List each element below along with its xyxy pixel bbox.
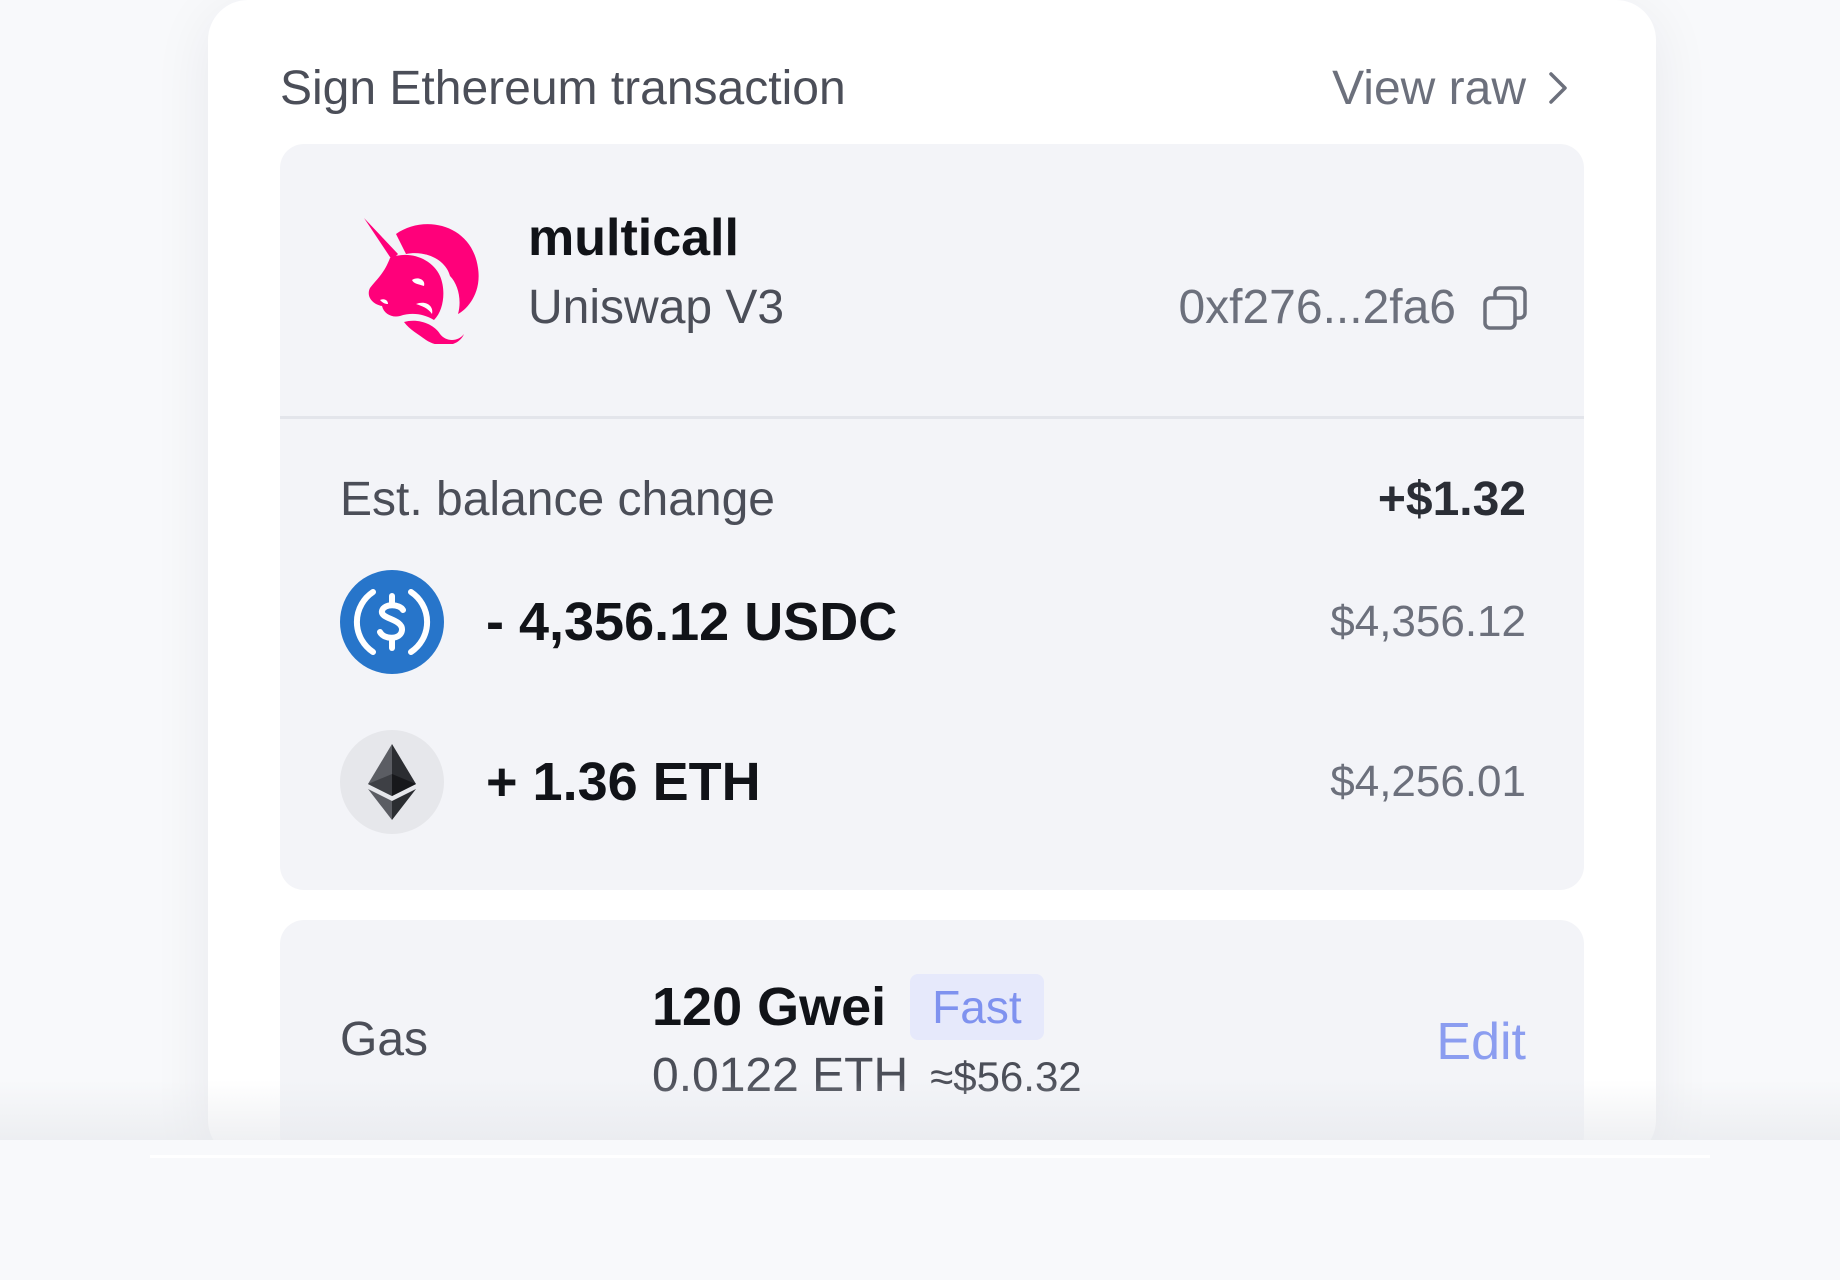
token-amount: - 4,356.12 USDC — [486, 592, 898, 652]
contract-info: multicall Uniswap V3 0xf276...2fa6 — [280, 144, 1584, 419]
transaction-summary-panel: multicall Uniswap V3 0xf276...2fa6 Est. … — [280, 144, 1584, 890]
view-raw-button[interactable]: View raw — [1332, 61, 1568, 116]
sign-transaction-card: Sign Ethereum transaction View raw multi… — [208, 0, 1656, 1160]
view-raw-label: View raw — [1332, 61, 1526, 115]
eth-icon — [340, 730, 444, 834]
token-amount: + 1.36 ETH — [486, 752, 761, 812]
contract-address: 0xf276...2fa6 — [1178, 280, 1528, 335]
bottom-fade — [0, 1140, 1840, 1280]
chevron-right-icon — [1549, 72, 1567, 104]
token-row-eth: + 1.36 ETH $4,256.01 — [340, 730, 1526, 834]
token-fiat-value: $4,356.12 — [1330, 597, 1526, 646]
contract-method-name: multicall — [528, 209, 739, 267]
uniswap-unicorn-icon — [364, 218, 479, 344]
bottom-divider — [150, 1155, 1710, 1158]
gas-price: 120 Gwei Fast — [652, 974, 1044, 1040]
gas-label: Gas — [340, 1013, 429, 1066]
balance-change-total: +$1.32 — [1377, 473, 1526, 526]
gas-gwei-value: 120 Gwei — [652, 977, 887, 1037]
contract-address-text: 0xf276...2fa6 — [1178, 281, 1456, 334]
page-title: Sign Ethereum transaction — [280, 61, 846, 115]
token-row-usdc: - 4,356.12 USDC $4,356.12 — [340, 570, 1526, 674]
gas-speed-badge: Fast — [910, 974, 1044, 1040]
card-header: Sign Ethereum transaction View raw — [280, 56, 1568, 120]
usdc-icon — [340, 570, 444, 674]
balance-change-label: Est. balance change — [340, 473, 775, 526]
copy-icon[interactable] — [1482, 285, 1528, 331]
contract-protocol: Uniswap V3 — [528, 281, 785, 334]
edit-gas-button[interactable]: Edit — [1436, 1012, 1526, 1072]
token-fiat-value: $4,256.01 — [1330, 757, 1526, 806]
